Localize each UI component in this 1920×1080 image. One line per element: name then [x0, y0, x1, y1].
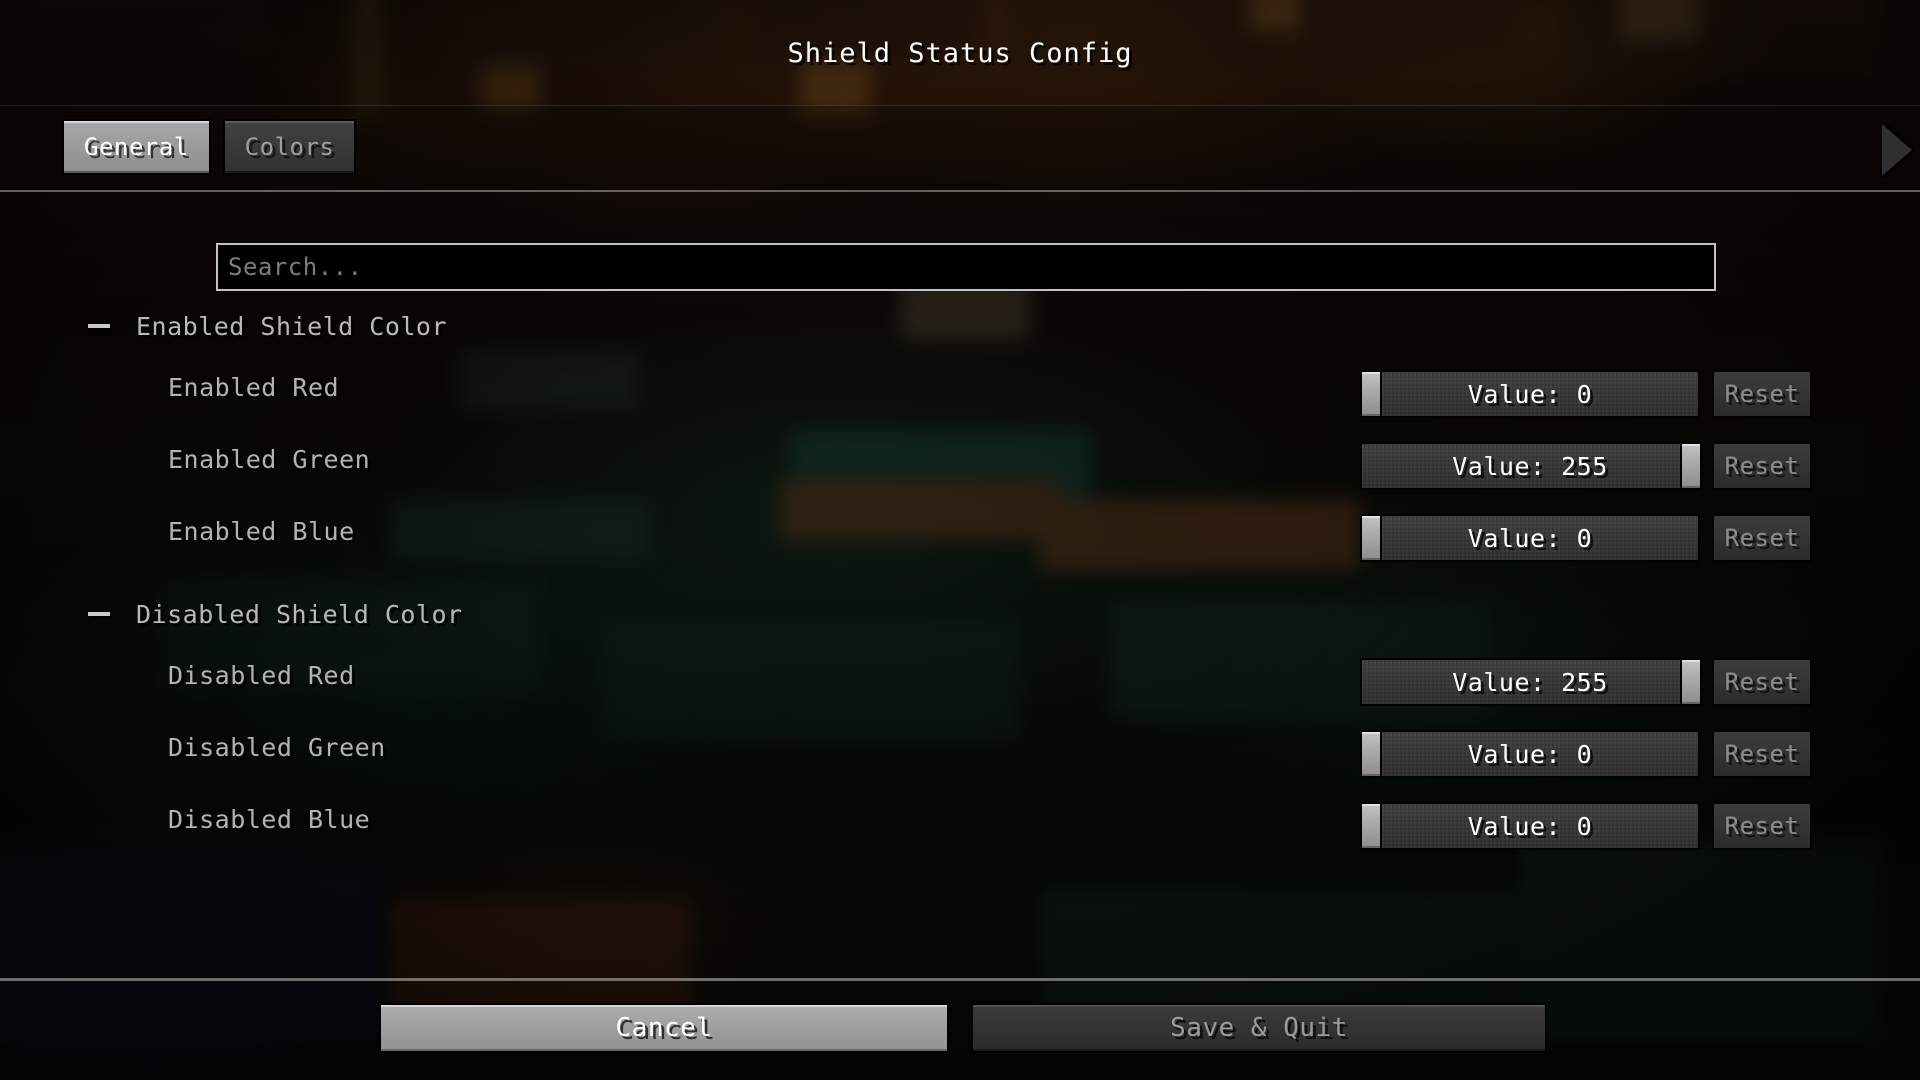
reset-button-enabled-red[interactable]: Reset: [1712, 370, 1812, 418]
entry-enabled-blue: Enabled Blue Value: 0 Reset: [0, 514, 1920, 562]
save-label: Save & Quit: [1170, 1013, 1348, 1043]
reset-button-disabled-blue[interactable]: Reset: [1712, 802, 1812, 850]
reset-label: Reset: [1724, 740, 1800, 768]
category-label: Disabled Shield Color: [136, 599, 463, 629]
entry-label: Disabled Red: [168, 661, 355, 690]
slider-handle[interactable]: [1360, 370, 1382, 418]
tab-general-label: General: [84, 133, 189, 161]
footer-bar: Cancel Save & Quit: [0, 981, 1920, 1080]
entry-label: Disabled Green: [168, 733, 386, 762]
search-placeholder: Search...: [228, 253, 363, 281]
slider-handle[interactable]: [1680, 442, 1702, 490]
category-enabled-shield-color[interactable]: Enabled Shield Color: [88, 310, 447, 342]
entry-disabled-blue: Disabled Blue Value: 0 Reset: [0, 802, 1920, 850]
triangle-right-icon[interactable]: [1882, 124, 1912, 176]
entry-enabled-red: Enabled Red Value: 0 Reset: [0, 370, 1920, 418]
slider-handle[interactable]: [1360, 730, 1382, 778]
tab-colors-label: Colors: [244, 133, 335, 161]
tab-list: General Colors: [62, 119, 357, 175]
tab-colors[interactable]: Colors: [222, 119, 357, 175]
slider-handle[interactable]: [1360, 802, 1382, 850]
reset-button-disabled-red[interactable]: Reset: [1712, 658, 1812, 706]
slider-enabled-red[interactable]: Value: 0: [1360, 370, 1700, 418]
reset-button-enabled-green[interactable]: Reset: [1712, 442, 1812, 490]
slider-disabled-green[interactable]: Value: 0: [1360, 730, 1700, 778]
reset-label: Reset: [1724, 452, 1800, 480]
entry-label: Enabled Green: [168, 445, 371, 474]
config-entry-list[interactable]: Enabled Shield Color Enabled Red Value: …: [0, 310, 1920, 960]
page-title: Shield Status Config: [787, 38, 1133, 69]
slider-enabled-blue[interactable]: Value: 0: [1360, 514, 1700, 562]
category-label: Enabled Shield Color: [136, 311, 448, 341]
cancel-label: Cancel: [615, 1013, 713, 1043]
minus-icon: [88, 612, 110, 616]
reset-label: Reset: [1724, 380, 1800, 408]
reset-label: Reset: [1724, 812, 1800, 840]
reset-label: Reset: [1724, 668, 1800, 696]
entry-label: Enabled Red: [168, 373, 340, 402]
slider-disabled-red[interactable]: Value: 255: [1360, 658, 1702, 706]
slider-value-label: Value: 255: [1452, 451, 1608, 481]
minus-icon: [88, 324, 110, 328]
tab-general[interactable]: General: [62, 119, 211, 175]
slider-value-label: Value: 0: [1467, 523, 1593, 553]
slider-handle[interactable]: [1680, 658, 1702, 706]
slider-value-label: Value: 0: [1467, 379, 1593, 409]
tab-bar: General Colors: [0, 105, 1920, 190]
entry-enabled-green: Enabled Green Value: 255 Reset: [0, 442, 1920, 490]
reset-button-disabled-green[interactable]: Reset: [1712, 730, 1812, 778]
slider-value-label: Value: 0: [1467, 739, 1593, 769]
entry-label: Enabled Blue: [168, 517, 355, 546]
slider-disabled-blue[interactable]: Value: 0: [1360, 802, 1700, 850]
category-disabled-shield-color[interactable]: Disabled Shield Color: [88, 598, 463, 630]
entry-disabled-green: Disabled Green Value: 0 Reset: [0, 730, 1920, 778]
slider-value-label: Value: 0: [1467, 811, 1593, 841]
slider-value-label: Value: 255: [1452, 667, 1608, 697]
save-and-quit-button[interactable]: Save & Quit: [971, 1003, 1547, 1053]
reset-label: Reset: [1724, 524, 1800, 552]
slider-enabled-green[interactable]: Value: 255: [1360, 442, 1702, 490]
entry-disabled-red: Disabled Red Value: 255 Reset: [0, 658, 1920, 706]
reset-button-enabled-blue[interactable]: Reset: [1712, 514, 1812, 562]
slider-handle[interactable]: [1360, 514, 1382, 562]
cancel-button[interactable]: Cancel: [379, 1003, 949, 1053]
search-input[interactable]: Search...: [216, 243, 1716, 291]
tab-bar-divider: [0, 190, 1920, 192]
entry-label: Disabled Blue: [168, 805, 371, 834]
